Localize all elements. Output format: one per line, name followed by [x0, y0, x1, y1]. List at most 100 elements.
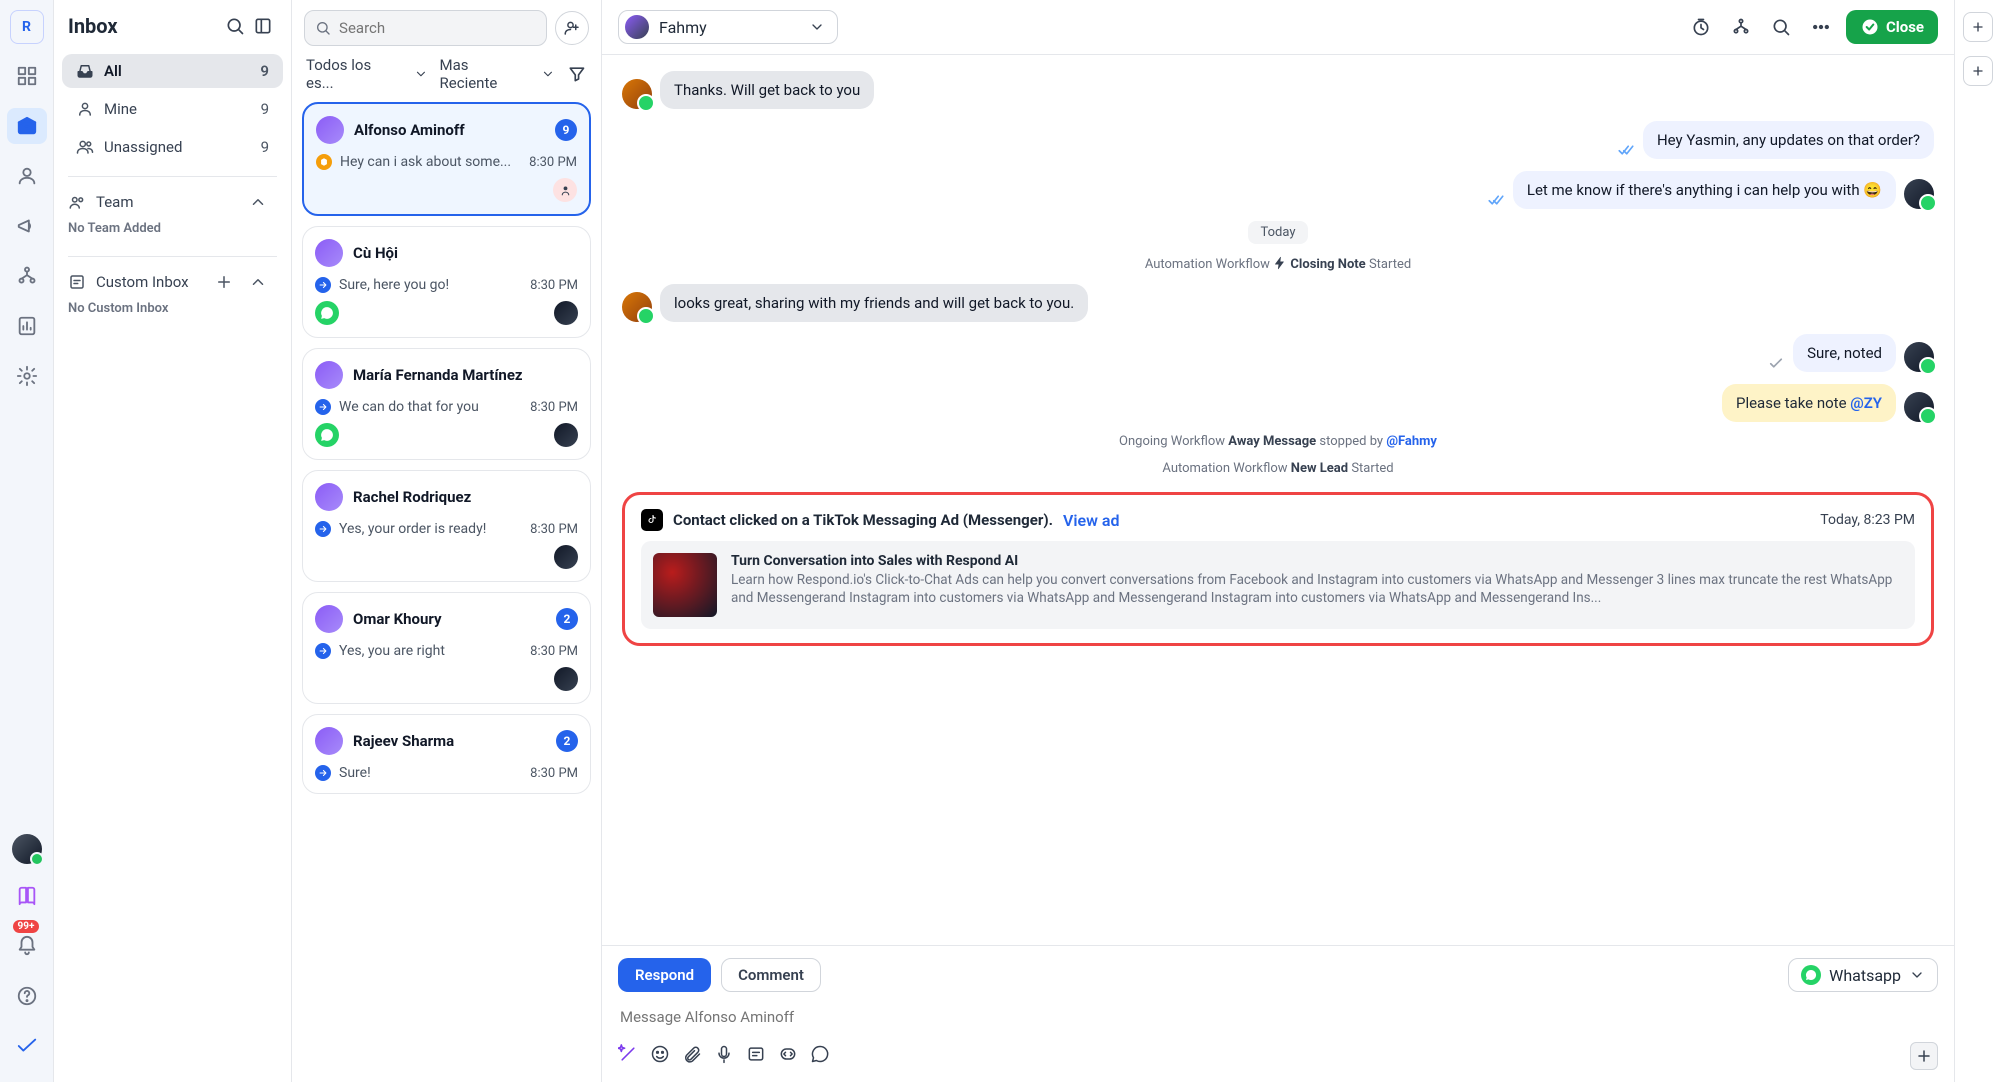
- nav-broadcast[interactable]: [7, 208, 47, 244]
- inbox-cat-count: 9: [261, 100, 269, 118]
- contact-avatar: [622, 292, 652, 322]
- close-conversation-button[interactable]: Close: [1846, 10, 1938, 44]
- nav-contacts[interactable]: [7, 158, 47, 194]
- contact-avatar: [315, 483, 343, 511]
- contact-name: Rachel Rodriquez: [353, 488, 578, 506]
- nav-reports[interactable]: [7, 308, 47, 344]
- whatsapp-channel-icon: [315, 423, 339, 447]
- message-time: 8:30 PM: [530, 400, 578, 415]
- comment-tab[interactable]: Comment: [721, 958, 821, 992]
- workflow-button[interactable]: [1726, 12, 1756, 42]
- contact-name: Rajeev Sharma: [353, 732, 546, 750]
- inbox-toggle-icon[interactable]: [249, 12, 277, 40]
- add-panel-button-2[interactable]: [1963, 56, 1993, 86]
- add-contact-icon: [563, 19, 581, 37]
- app-logo[interactable]: R: [10, 10, 44, 44]
- search-button[interactable]: [1766, 12, 1796, 42]
- filter-icon[interactable]: [567, 64, 587, 84]
- inbox-cat-count: 9: [261, 138, 269, 156]
- nav-status[interactable]: [7, 1028, 47, 1064]
- inbox-cat-mine[interactable]: Mine 9: [62, 92, 283, 126]
- message-time: 8:30 PM: [530, 644, 578, 659]
- shortcut-button[interactable]: [778, 1044, 798, 1068]
- user-avatar[interactable]: [12, 834, 42, 864]
- message-input[interactable]: [618, 1002, 1938, 1032]
- snippet-button[interactable]: [746, 1044, 766, 1068]
- read-receipt-icon: [1487, 191, 1505, 209]
- system-line: Automation Workflow Closing Note Started: [622, 256, 1934, 272]
- conversation-card[interactable]: Alfonso Aminoff9Hey can i ask about some…: [302, 102, 591, 216]
- nav-settings[interactable]: [7, 358, 47, 394]
- respond-tab[interactable]: Respond: [618, 958, 711, 992]
- search-input-wrap[interactable]: [304, 10, 547, 46]
- inbox-search-icon[interactable]: [221, 12, 249, 40]
- contact-avatar: [316, 116, 344, 144]
- more-button[interactable]: [1806, 12, 1836, 42]
- chevron-down-icon: [541, 67, 555, 81]
- conversation-card[interactable]: Rachel Rodriquez Yes, your order is ready…: [302, 470, 591, 582]
- sort-filter[interactable]: Mas Reciente: [440, 56, 530, 92]
- ad-timestamp: Today, 8:23 PM: [1820, 512, 1915, 528]
- right-utility-rail: [1954, 0, 2000, 1082]
- emoji-button[interactable]: [650, 1044, 670, 1068]
- message-time: 8:30 PM: [529, 155, 577, 170]
- nav-notifications[interactable]: 99+: [7, 928, 47, 964]
- status-dot-icon: [315, 399, 331, 415]
- add-attachment-button[interactable]: [1910, 1042, 1938, 1070]
- agent-avatar: [1904, 392, 1934, 422]
- inbox-custom-section[interactable]: Custom Inbox: [54, 267, 291, 297]
- divider: [68, 176, 277, 177]
- status-dot-icon: [316, 154, 332, 170]
- contact-avatar: [315, 605, 343, 633]
- status-filter[interactable]: Todos los es...: [306, 56, 402, 92]
- inbox-cat-all[interactable]: All 9: [62, 54, 283, 88]
- conversation-card[interactable]: Cù HộiSure, here you go!8:30 PM: [302, 226, 591, 338]
- mention[interactable]: @ZY: [1850, 394, 1882, 412]
- add-panel-button[interactable]: [1963, 12, 1993, 42]
- check-circle-icon: [1860, 17, 1880, 37]
- whatsapp-channel-icon: [315, 301, 339, 325]
- inbox-cat-unassigned[interactable]: Unassigned 9: [62, 130, 283, 164]
- ad-headline: Contact clicked on a TikTok Messaging Ad…: [673, 511, 1053, 529]
- inbox-team-section[interactable]: Team: [54, 187, 291, 217]
- view-ad-link[interactable]: View ad: [1063, 511, 1120, 530]
- new-conversation-button[interactable]: [555, 11, 589, 45]
- assignee-dropdown[interactable]: Fahmy: [618, 10, 838, 44]
- status-dot-icon: [315, 277, 331, 293]
- channel-label: Whatsapp: [1829, 966, 1901, 985]
- custom-empty-text: No Custom Inbox: [54, 297, 291, 326]
- nav-dashboard[interactable]: [7, 58, 47, 94]
- channel-selector[interactable]: Whatsapp: [1788, 958, 1938, 992]
- agent-avatar: [1904, 179, 1934, 209]
- whatsapp-template-button[interactable]: [810, 1044, 830, 1068]
- assignee-avatar: [625, 15, 649, 39]
- plus-icon[interactable]: [215, 273, 233, 291]
- snooze-button[interactable]: [1686, 12, 1716, 42]
- unread-count: 9: [555, 119, 577, 141]
- contact-avatar: [315, 727, 343, 755]
- conversation-card[interactable]: María Fernanda MartínezWe can do that fo…: [302, 348, 591, 460]
- users-icon: [76, 138, 94, 156]
- chevron-down-icon: [414, 67, 428, 81]
- system-line: Automation Workflow New Lead Started: [622, 461, 1934, 476]
- message-preview: We can do that for you: [339, 399, 522, 415]
- conversation-card[interactable]: Omar Khoury2Yes, you are right8:30 PM: [302, 592, 591, 704]
- search-input[interactable]: [339, 19, 536, 37]
- nav-help[interactable]: [7, 978, 47, 1014]
- message-thread: Thanks. Will get back to you Hey Yasmin,…: [602, 55, 1954, 945]
- conversation-card[interactable]: Rajeev Sharma2Sure!8:30 PM: [302, 714, 591, 794]
- nav-help-docs[interactable]: [7, 878, 47, 914]
- nav-workflows[interactable]: [7, 258, 47, 294]
- attachment-button[interactable]: [682, 1044, 702, 1068]
- voice-button[interactable]: [714, 1044, 734, 1068]
- agent-avatar: [1904, 342, 1934, 372]
- unassigned-chip: [553, 178, 577, 202]
- assignee-avatar: [554, 301, 578, 325]
- ai-assist-button[interactable]: [618, 1044, 638, 1068]
- message-bubble: Sure, noted: [1793, 334, 1896, 372]
- nav-inbox[interactable]: [7, 108, 47, 144]
- contact-avatar: [622, 79, 652, 109]
- ad-description: Learn how Respond.io's Click-to-Chat Ads…: [731, 571, 1903, 607]
- message-preview: Yes, your order is ready!: [339, 521, 522, 537]
- contact-name: Cù Hội: [353, 244, 578, 262]
